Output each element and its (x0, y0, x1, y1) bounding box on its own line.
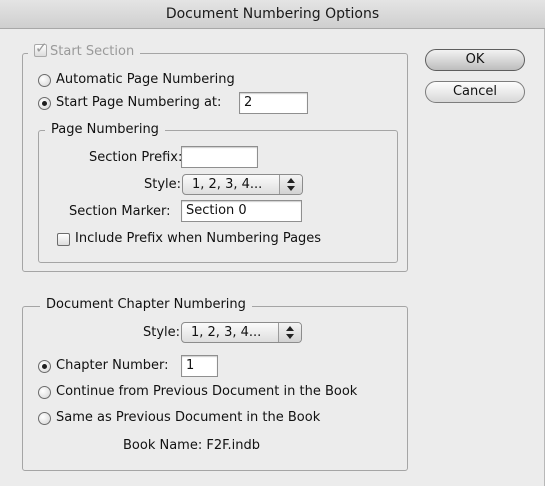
up-down-arrows-icon (279, 175, 302, 194)
start-section-legend: ✓ Start Section (28, 39, 141, 60)
automatic-page-numbering-label: Automatic Page Numbering (56, 72, 235, 87)
page-style-value: 1, 2, 3, 4... (192, 177, 263, 192)
style-label-chapter: Style: (143, 325, 181, 340)
same-as-previous-label: Same as Previous Document in the Book (56, 410, 321, 425)
include-prefix-checkbox[interactable] (57, 233, 70, 246)
continue-previous-label: Continue from Previous Document in the B… (56, 384, 358, 399)
document-numbering-options-dialog: Document Numbering Options ✓ Start Secti… (0, 0, 545, 486)
dialog-title: Document Numbering Options (0, 0, 545, 29)
start-section-label: Start Section (50, 44, 135, 59)
page-style-select[interactable]: 1, 2, 3, 4... (182, 174, 303, 195)
start-page-number-field[interactable]: 2 (239, 92, 308, 114)
ok-button[interactable]: OK (425, 49, 525, 71)
page-numbering-legend: Page Numbering (45, 122, 165, 138)
checkmark-icon: ✓ (35, 39, 48, 57)
section-prefix-field[interactable] (181, 146, 258, 168)
start-page-numbering-label: Start Page Numbering at: (56, 95, 222, 110)
chapter-style-value: 1, 2, 3, 4... (191, 325, 262, 340)
book-name-label: Book Name: F2F.indb (123, 438, 260, 453)
chapter-numbering-legend: Document Chapter Numbering (40, 297, 252, 313)
section-prefix-label: Section Prefix: (89, 150, 183, 165)
chapter-number-label: Chapter Number: (56, 358, 169, 373)
same-as-previous-radio[interactable] (38, 412, 51, 425)
include-prefix-label: Include Prefix when Numbering Pages (75, 231, 322, 246)
start-page-numbering-radio[interactable] (38, 97, 51, 110)
automatic-page-numbering-radio[interactable] (38, 74, 51, 87)
start-section-checkbox[interactable]: ✓ (34, 39, 48, 57)
style-label-page: Style: (144, 177, 182, 192)
cancel-button[interactable]: Cancel (425, 81, 525, 103)
up-down-arrows-icon (278, 323, 301, 342)
chapter-style-select[interactable]: 1, 2, 3, 4... (181, 322, 302, 343)
chapter-number-radio[interactable] (38, 360, 51, 373)
continue-previous-radio[interactable] (38, 386, 51, 399)
section-marker-label: Section Marker: (69, 204, 171, 219)
chapter-number-field[interactable]: 1 (181, 355, 218, 377)
section-marker-field[interactable]: Section 0 (181, 200, 302, 222)
